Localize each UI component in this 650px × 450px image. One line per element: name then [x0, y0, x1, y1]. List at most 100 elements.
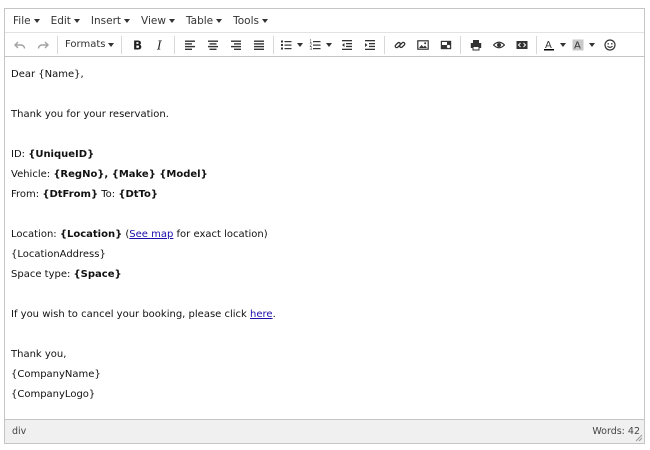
- emoticons-button[interactable]: [598, 34, 621, 56]
- toolbar-divider: [121, 35, 123, 54]
- align-justify-icon: [253, 40, 264, 50]
- code-button[interactable]: [510, 34, 533, 56]
- align-right-button[interactable]: [224, 34, 247, 56]
- background-color-icon: A: [572, 39, 584, 51]
- chevron-down-icon: [560, 42, 567, 47]
- align-right-icon: [230, 40, 241, 50]
- redo-button[interactable]: [31, 34, 54, 56]
- toolbar-divider: [384, 35, 386, 54]
- menu-file[interactable]: File: [8, 9, 45, 33]
- toolbar-divider: [273, 35, 275, 54]
- print-icon: [470, 39, 482, 50]
- menu-view[interactable]: View: [136, 9, 180, 33]
- align-center-icon: [207, 40, 218, 50]
- link-icon: [394, 41, 406, 48]
- chevron-down-icon: [73, 18, 80, 23]
- align-justify-button[interactable]: [247, 34, 270, 56]
- bullet-list-icon: [281, 40, 292, 49]
- element-path[interactable]: div: [12, 426, 26, 437]
- align-left-button[interactable]: [178, 34, 201, 56]
- image-button[interactable]: [411, 34, 434, 56]
- print-button[interactable]: [464, 34, 487, 56]
- menu-edit[interactable]: Edit: [46, 9, 85, 33]
- formats-dropdown[interactable]: Formats: [61, 34, 118, 56]
- vehicle-label: Vehicle:: [11, 169, 54, 180]
- location-line: Location: {Location} (See map for exact …: [11, 225, 638, 245]
- word-count: Words: 42: [592, 426, 640, 437]
- bullet-list-button[interactable]: [277, 34, 306, 56]
- id-line: ID: {UniqueID}: [11, 145, 638, 165]
- closing-line: Thank you,: [11, 349, 67, 360]
- editor-content-area[interactable]: Dear {Name}, Thank you for your reservat…: [5, 59, 644, 420]
- media-icon: [440, 40, 452, 49]
- chevron-down-icon: [108, 42, 115, 47]
- statusbar: div Words: 42: [5, 419, 644, 443]
- redo-icon: [37, 41, 49, 49]
- align-center-button[interactable]: [201, 34, 224, 56]
- menu-edit-label: Edit: [50, 14, 71, 27]
- image-icon: [417, 39, 429, 50]
- link-button[interactable]: [388, 34, 411, 56]
- menu-table[interactable]: Table: [181, 9, 227, 33]
- align-left-icon: [184, 40, 195, 50]
- menu-insert-label: Insert: [90, 14, 122, 27]
- svg-text:3: 3: [310, 46, 313, 51]
- preview-button[interactable]: [487, 34, 510, 56]
- svg-text:B: B: [133, 39, 142, 51]
- location-address-line: {LocationAddress}: [11, 249, 106, 260]
- outdent-button[interactable]: [335, 34, 358, 56]
- toolbar-divider: [536, 35, 538, 54]
- thanks-line: Thank you for your reservation.: [11, 109, 169, 120]
- text-color-icon: A: [544, 40, 555, 51]
- resize-handle-icon[interactable]: [635, 434, 643, 442]
- media-button[interactable]: [434, 34, 457, 56]
- background-color-button[interactable]: A: [569, 34, 598, 56]
- vehicle-value: {RegNo}, {Make} {Model}: [53, 169, 208, 180]
- space-value: {Space}: [73, 269, 122, 280]
- toolbar: Formats B I 123 A A: [5, 33, 644, 57]
- to-label: To:: [98, 189, 119, 200]
- italic-button[interactable]: I: [148, 34, 171, 56]
- numbered-list-button[interactable]: 123: [306, 34, 335, 56]
- date-range-line: From: {DtFrom} To: {DtTo}: [11, 185, 638, 205]
- from-label: From:: [11, 189, 43, 200]
- menu-view-label: View: [141, 14, 166, 27]
- outdent-icon: [341, 39, 352, 50]
- italic-icon: I: [156, 39, 162, 51]
- cancel-link[interactable]: here: [250, 309, 273, 320]
- text-color-button[interactable]: A: [540, 34, 569, 56]
- formats-label: Formats: [65, 39, 106, 50]
- greeting-line: Dear {Name},: [11, 69, 84, 80]
- location-label: Location:: [11, 229, 60, 240]
- menu-table-label: Table: [185, 14, 214, 27]
- rich-text-editor: File Edit Insert View Table Tools Format…: [4, 8, 645, 444]
- id-value: {UniqueID}: [28, 149, 95, 160]
- menubar: File Edit Insert View Table Tools: [5, 9, 644, 33]
- undo-button[interactable]: [8, 34, 31, 56]
- location-value: {Location}: [59, 229, 123, 240]
- bold-icon: B: [133, 39, 142, 51]
- chevron-down-icon: [216, 18, 223, 23]
- preview-icon: [492, 41, 505, 48]
- company-name-line: {CompanyName}: [11, 369, 101, 380]
- chevron-down-icon: [33, 18, 40, 23]
- cancel-end: .: [272, 309, 276, 320]
- indent-button[interactable]: [358, 34, 381, 56]
- bold-button[interactable]: B: [125, 34, 148, 56]
- menu-tools-label: Tools: [233, 14, 259, 27]
- see-map-link[interactable]: See map: [129, 229, 173, 240]
- svg-text:A: A: [574, 40, 581, 51]
- cancel-line: If you wish to cancel your booking, plea…: [11, 305, 638, 325]
- menu-insert[interactable]: Insert: [86, 9, 135, 33]
- undo-icon: [13, 41, 25, 49]
- menu-tools[interactable]: Tools: [228, 9, 273, 33]
- to-value: {DtTo}: [118, 189, 159, 200]
- numbered-list-icon: 123: [310, 39, 321, 51]
- chevron-down-icon: [326, 42, 333, 47]
- svg-text:I: I: [156, 39, 162, 51]
